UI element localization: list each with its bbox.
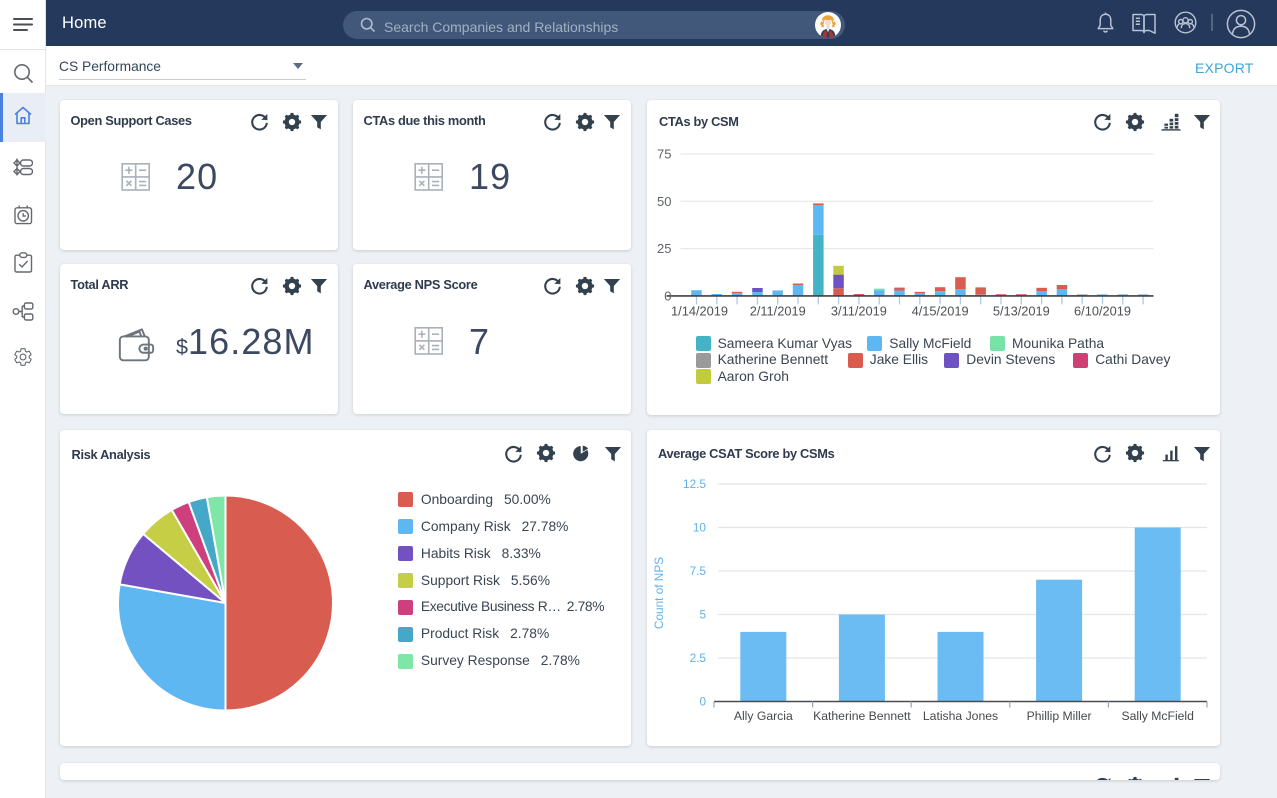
svg-text:1/14/2019: 1/14/2019 bbox=[671, 303, 728, 318]
svg-text:0: 0 bbox=[699, 695, 706, 709]
svg-text:50: 50 bbox=[657, 193, 671, 208]
svg-text:Count of NPS: Count of NPS bbox=[652, 557, 666, 629]
svg-text:0: 0 bbox=[664, 288, 671, 303]
svg-text:25: 25 bbox=[657, 241, 671, 256]
svg-text:7.5: 7.5 bbox=[690, 564, 707, 578]
svg-text:Katherine Bennett: Katherine Bennett bbox=[813, 709, 911, 723]
svg-text:Phillip Miller: Phillip Miller bbox=[1027, 709, 1092, 723]
svg-text:75: 75 bbox=[657, 146, 671, 161]
svg-text:10: 10 bbox=[693, 521, 707, 535]
svg-text:Ally Garcia: Ally Garcia bbox=[734, 709, 793, 723]
svg-text:3/11/2019: 3/11/2019 bbox=[831, 303, 887, 318]
svg-text:5/13/2019: 5/13/2019 bbox=[993, 303, 1050, 318]
svg-text:5: 5 bbox=[699, 608, 706, 622]
svg-text:6/10/2019: 6/10/2019 bbox=[1074, 303, 1131, 318]
svg-text:2.5: 2.5 bbox=[690, 651, 707, 665]
svg-text:Sally McField: Sally McField bbox=[1121, 709, 1193, 723]
svg-text:12.5: 12.5 bbox=[683, 477, 706, 491]
svg-text:4/15/2019: 4/15/2019 bbox=[912, 303, 969, 318]
svg-text:2/11/2019: 2/11/2019 bbox=[750, 303, 806, 318]
svg-text:Latisha Jones: Latisha Jones bbox=[923, 709, 998, 723]
